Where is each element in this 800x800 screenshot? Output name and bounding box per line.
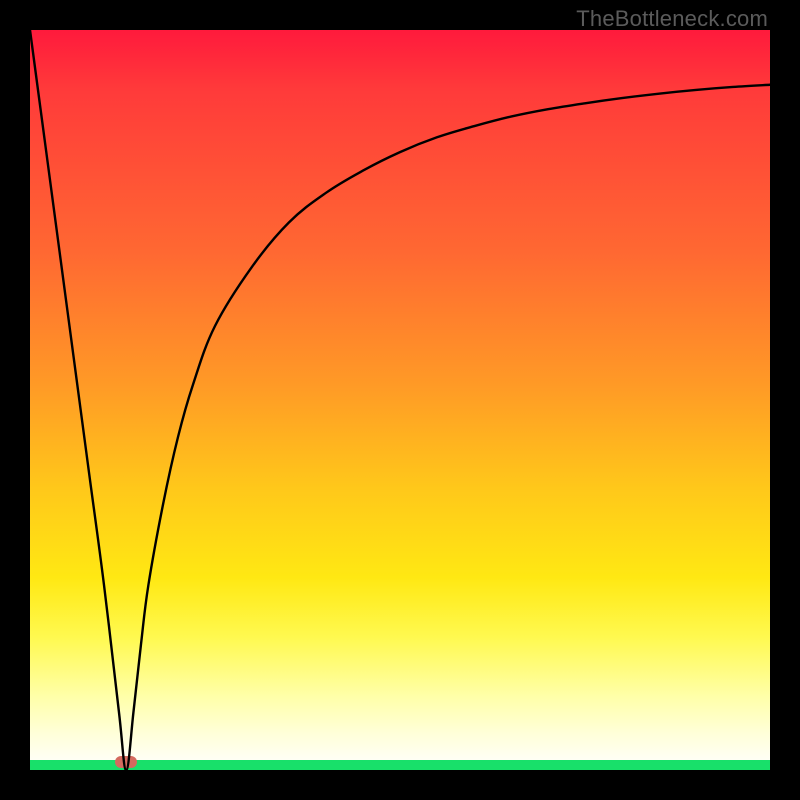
bottleneck-curve: [30, 30, 770, 770]
curve-svg: [30, 30, 770, 770]
chart-frame: TheBottleneck.com: [0, 0, 800, 800]
plot-area: [30, 30, 770, 770]
attribution-text: TheBottleneck.com: [576, 6, 768, 32]
